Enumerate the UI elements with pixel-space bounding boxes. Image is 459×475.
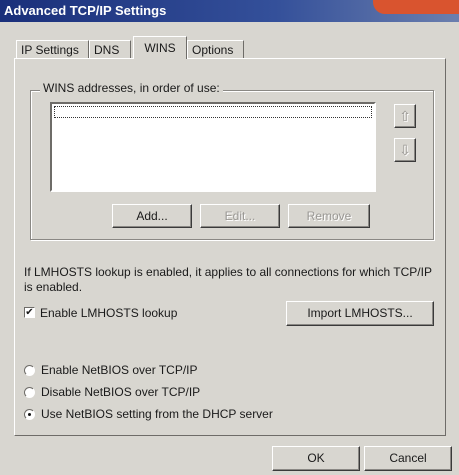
edit-button[interactable]: Edit...: [200, 204, 280, 228]
disable-netbios-label: Disable NetBIOS over TCP/IP: [41, 385, 201, 399]
ok-button[interactable]: OK: [272, 446, 360, 471]
move-up-button[interactable]: ⇧: [394, 104, 416, 128]
use-dhcp-netbios-label: Use NetBIOS setting from the DHCP server: [41, 407, 273, 421]
remove-button[interactable]: Remove: [288, 204, 370, 228]
tab-dns[interactable]: DNS: [89, 40, 131, 58]
checkbox-box: ✔: [24, 307, 35, 318]
add-button[interactable]: Add...: [112, 204, 192, 228]
radio-circle: [24, 365, 35, 376]
lmhosts-info-text: If LMHOSTS lookup is enabled, it applies…: [24, 265, 432, 294]
enable-netbios-label: Enable NetBIOS over TCP/IP: [41, 363, 198, 377]
enable-lmhosts-label: Enable LMHOSTS lookup: [40, 306, 178, 320]
wins-group-label: WINS addresses, in order of use:: [40, 81, 223, 95]
import-lmhosts-button[interactable]: Import LMHOSTS...: [286, 301, 434, 326]
tab-options[interactable]: Options: [187, 40, 244, 58]
arrow-up-icon: ⇧: [399, 108, 411, 124]
move-down-button[interactable]: ⇩: [394, 138, 416, 162]
cancel-button[interactable]: Cancel: [364, 446, 452, 471]
tab-ip-settings[interactable]: IP Settings: [16, 40, 89, 58]
radio-circle: [24, 387, 35, 398]
tab-wins[interactable]: WINS: [133, 36, 187, 59]
radio-selected-dot: [28, 413, 31, 416]
radio-circle: [24, 409, 35, 420]
corner-badge: [373, 0, 459, 14]
advanced-tcpip-dialog: Advanced TCP/IP Settings IP Settings DNS…: [0, 0, 459, 475]
wins-address-list[interactable]: [50, 102, 376, 192]
arrow-down-icon: ⇩: [399, 142, 411, 158]
list-focus-row: [54, 106, 372, 118]
